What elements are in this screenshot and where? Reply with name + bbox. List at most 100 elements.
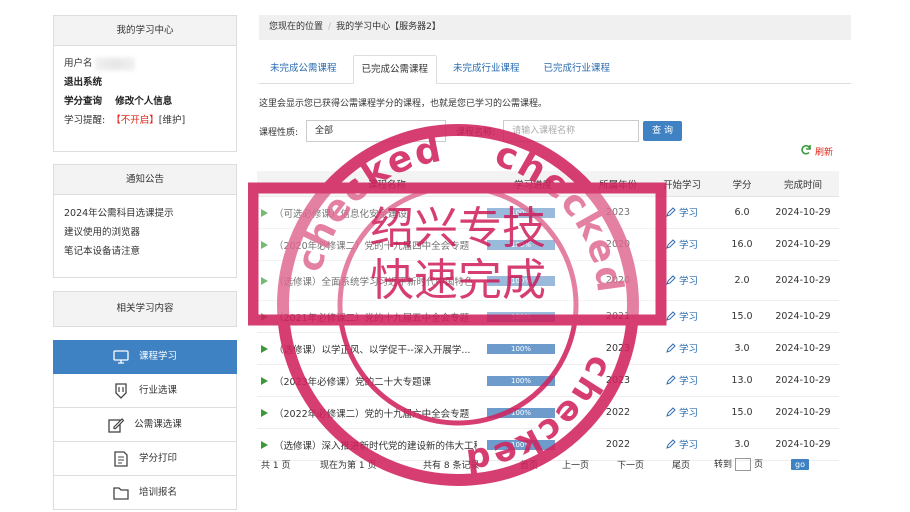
reminder-status-link[interactable]: 【不开启】 (111, 115, 159, 126)
credit-cell: 3.0 (734, 343, 750, 354)
course-name: （选修课）以学正风、以学促干--深入开展学... (274, 344, 471, 356)
shield-icon (113, 382, 129, 399)
play-icon (261, 376, 268, 385)
course-type-select[interactable]: 全部 (306, 120, 447, 142)
tab-finished-industry[interactable]: 已完成行业课程 (536, 55, 619, 84)
play-icon (261, 240, 268, 249)
year-cell: 2023 (605, 207, 631, 218)
notice-panel: 通知公告 2024年公需科目选课提示 建议使用的浏览器 笔记本设备请注意 (53, 164, 237, 278)
course-name: （2021年必修课二）党的十九届五中全会专题 (274, 312, 470, 324)
finish-time-cell: 2024-10-29 (775, 439, 831, 450)
progress-cell: 100% (477, 239, 589, 250)
learn-link[interactable]: 学习 (666, 237, 698, 251)
course-name-cell[interactable]: （选修课）全面系统学习习近平新时代中国特色 (257, 274, 477, 288)
reminder-maintain-link[interactable]: [维护] (159, 115, 185, 126)
progress-bar: 100% (487, 439, 555, 450)
play-icon (261, 344, 268, 353)
folder-icon (113, 485, 129, 501)
pager-goto-input[interactable] (735, 458, 752, 471)
start-cell: 学习 (647, 373, 717, 388)
refresh-label: 刷新 (815, 148, 834, 158)
learn-link[interactable]: 学习 (666, 273, 698, 287)
learn-link[interactable]: 学习 (666, 437, 698, 451)
course-name-cell[interactable]: （2021年必修课二）党的十九届五中全会专题 (257, 310, 477, 324)
year-cell: 2023 (605, 343, 631, 354)
start-cell: 学习 (647, 237, 717, 252)
pager-first[interactable]: 首页 (520, 458, 562, 471)
learn-link[interactable]: 学习 (666, 309, 698, 323)
user-panel-title: 我的学习中心 (54, 16, 236, 46)
notice-item[interactable]: 建议使用的浏览器 (64, 223, 226, 242)
course-name: （选修课）深入推进新时代党的建设新的伟大工程 (274, 440, 477, 452)
course-name-cell[interactable]: （选修课）深入推进新时代党的建设新的伟大工程 (257, 438, 477, 452)
notice-item[interactable]: 2024年公需科目选课提示 (64, 204, 226, 223)
refresh-button[interactable]: 刷新 (800, 144, 833, 159)
play-icon (261, 440, 268, 449)
credit-query-link[interactable]: 学分查询 (64, 96, 102, 107)
year-cell: 2021 (605, 311, 631, 322)
pencil-icon (666, 311, 676, 321)
pencil-icon (666, 439, 676, 449)
learn-link[interactable]: 学习 (666, 373, 698, 387)
pager-last[interactable]: 尾页 (672, 458, 714, 471)
course-type-label: 课程性质: (259, 127, 299, 138)
learn-link[interactable]: 学习 (666, 341, 698, 355)
related-panel: 相关学习内容 (53, 291, 237, 327)
menu-item-label: 公需课选课 (134, 418, 182, 430)
learn-label: 学习 (678, 376, 698, 387)
course-name-input[interactable]: 请输入课程名称 (503, 120, 640, 142)
query-button[interactable]: 查 询 (643, 121, 682, 141)
start-cell: 学习 (647, 437, 717, 452)
pager-prev[interactable]: 上一页 (562, 458, 617, 471)
table-row: （选修课）全面系统学习习近平新时代中国特色 100% 2020 学习 2.0 2024-1… (257, 261, 839, 301)
logout-link[interactable]: 退出系统 (64, 77, 102, 88)
table-row: （2020年必修课二）党的十九届四中全会专题 100% 2020 学习 16.0 2024… (257, 229, 839, 261)
menu-item-training-signup[interactable]: 培训报名 (53, 476, 237, 510)
refresh-icon (800, 144, 812, 159)
course-name-cell[interactable]: （选修课）以学正风、以学促干--深入开展学... (257, 342, 477, 356)
course-name-cell[interactable]: （2023年必修课）党的二十大专题课 (257, 374, 477, 388)
course-name-cell[interactable]: （可选必修课）信息化安全建设 (257, 206, 477, 220)
learn-label: 学习 (678, 344, 698, 355)
course-name-cell[interactable]: （2020年必修课二）党的十九届四中全会专题 (257, 238, 477, 252)
pager-go-button[interactable]: go (791, 458, 809, 470)
credit-cell: 13.0 (731, 375, 753, 386)
learn-link[interactable]: 学习 (666, 205, 698, 219)
credit-cell: 16.0 (731, 239, 753, 250)
year-cell: 2023 (605, 375, 631, 386)
course-name: （选修课）全面系统学习习近平新时代中国特色 (274, 276, 474, 288)
finish-time-cell: 2024-10-29 (775, 407, 831, 418)
learn-link[interactable]: 学习 (666, 405, 698, 419)
progress-bar: 100% (487, 207, 555, 218)
notice-item[interactable]: 笔记本设备请注意 (64, 242, 226, 261)
tab-unfinished-industry[interactable]: 未完成行业课程 (445, 55, 528, 84)
table-row: （可选必修课）信息化安全建设 100% 2023 学习 6.0 2024-10-29 (257, 197, 839, 229)
table-row: （2023年必修课）党的二十大专题课 100% 2023 学习 13.0 2024-10-… (257, 365, 839, 397)
pencil-icon (666, 343, 676, 353)
menu-item-credit-print[interactable]: 学分打印 (53, 442, 237, 476)
breadcrumb-current[interactable]: 我的学习中心【服务器2】 (336, 22, 441, 32)
tab-finished-public[interactable]: 已完成公需课程 (352, 55, 438, 84)
username-redacted (94, 56, 135, 71)
credit-cell: 3.0 (734, 439, 750, 450)
year-cell: 2020 (605, 275, 631, 286)
credit-cell: 2.0 (734, 275, 750, 286)
progress-bar: 100% (487, 275, 555, 286)
menu-item-label: 培训报名 (138, 486, 177, 498)
menu-item-public-select[interactable]: 公需课选课 (53, 408, 237, 442)
tab-unfinished-public[interactable]: 未完成公需课程 (262, 55, 345, 84)
menu-item-industry-select[interactable]: 行业选课 (53, 374, 237, 408)
edit-info-link[interactable]: 修改个人信息 (115, 96, 172, 107)
pager-next[interactable]: 下一页 (617, 458, 672, 471)
course-name: （2020年必修课二）党的十九届四中全会专题 (274, 240, 470, 252)
learn-label: 学习 (678, 312, 698, 323)
header-course-name: 课程名称 (367, 179, 406, 191)
finish-time-cell: 2024-10-29 (775, 239, 831, 250)
progress-cell: 100% (477, 207, 589, 218)
progress-cell: 100% (477, 343, 589, 354)
menu-item-label: 学分打印 (138, 452, 177, 464)
menu-item-course-study[interactable]: 课程学习 (53, 340, 237, 374)
course-name: （2023年必修课）党的二十大专题课 (274, 376, 432, 388)
course-name-cell[interactable]: （2022年必修课二）党的十九届六中全会专题 (257, 406, 477, 420)
pencil-icon (666, 207, 676, 217)
